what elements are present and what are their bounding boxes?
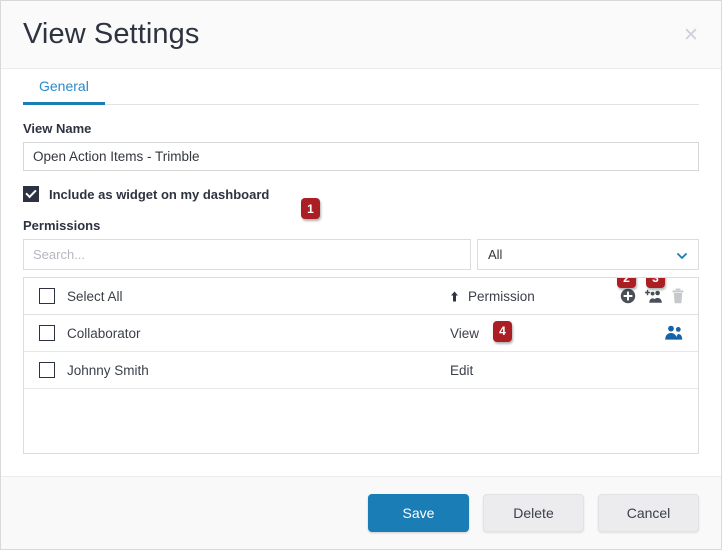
- callout-badge-3: 3: [646, 278, 665, 288]
- close-icon[interactable]: ✕: [677, 21, 705, 49]
- dialog-footer: Save Delete Cancel: [1, 476, 721, 549]
- row-name: Collaborator: [67, 325, 141, 341]
- tab-general[interactable]: General: [23, 79, 105, 105]
- row-name: Johnny Smith: [67, 362, 149, 378]
- save-button[interactable]: Save: [368, 494, 469, 532]
- row-permission: Edit: [450, 362, 474, 378]
- include-widget-row: Include as widget on my dashboard 1: [23, 186, 699, 219]
- select-all-cell: Select All: [39, 288, 450, 304]
- permissions-table: Select All Permission 2 3 Collaborator V…: [23, 277, 699, 454]
- sort-ascending-arrow-icon: [451, 291, 458, 301]
- row-permission-cell: View 4: [450, 320, 600, 342]
- row-checkbox[interactable]: [39, 325, 55, 341]
- permissions-filter-row: All: [23, 239, 699, 270]
- row-checkbox[interactable]: [39, 362, 55, 378]
- callout-badge-2: 2: [617, 278, 636, 288]
- permission-column-label: Permission: [468, 288, 535, 304]
- row-name-cell: Collaborator: [39, 325, 450, 341]
- cancel-button[interactable]: Cancel: [598, 494, 699, 532]
- permission-filter-value: All: [488, 247, 503, 262]
- tabs-container: General: [1, 69, 721, 105]
- view-name-label: View Name: [23, 121, 92, 136]
- add-people-icon[interactable]: [645, 289, 663, 304]
- search-input[interactable]: [23, 239, 471, 270]
- row-permission: View: [450, 325, 480, 341]
- table-row[interactable]: Collaborator View 4: [24, 315, 698, 352]
- add-circle-icon[interactable]: [620, 288, 636, 304]
- chevron-down-icon: [677, 252, 687, 259]
- include-widget-label: Include as widget on my dashboard: [49, 186, 270, 202]
- dialog-body: View Name Include as widget on my dashbo…: [1, 105, 721, 476]
- people-group-icon[interactable]: [663, 325, 684, 341]
- table-row[interactable]: Johnny Smith Edit: [24, 352, 698, 389]
- select-all-checkbox[interactable]: [39, 288, 55, 304]
- callout-badge-1: 1: [301, 198, 320, 219]
- delete-button[interactable]: Delete: [483, 494, 584, 532]
- dialog-titlebar: View Settings ✕: [1, 1, 721, 69]
- permission-filter-select[interactable]: All: [477, 239, 699, 270]
- row-actions: [600, 325, 684, 341]
- page-title: View Settings: [23, 18, 200, 50]
- row-name-cell: Johnny Smith: [39, 362, 450, 378]
- callout-badge-4: 4: [493, 320, 512, 342]
- permission-column-header[interactable]: Permission: [450, 289, 600, 304]
- include-widget-checkbox[interactable]: [23, 186, 39, 202]
- row-permission-cell: Edit: [450, 363, 600, 378]
- view-name-input[interactable]: [23, 142, 699, 171]
- view-settings-dialog: View Settings ✕ General View Name Includ…: [0, 0, 722, 550]
- tabs: General: [23, 69, 699, 105]
- trash-icon[interactable]: [672, 288, 684, 304]
- table-header-row: Select All Permission 2 3: [24, 278, 698, 315]
- table-header-actions: [600, 288, 684, 304]
- select-all-label: Select All: [67, 288, 123, 304]
- permissions-label: Permissions: [23, 218, 101, 233]
